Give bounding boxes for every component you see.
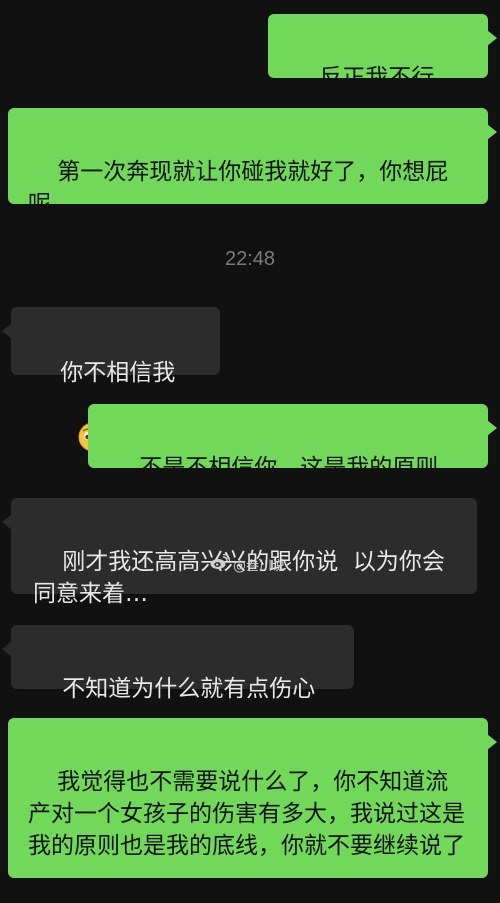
message-bubble-incoming[interactable]: 不知道为什么就有点伤心	[2, 625, 354, 702]
watermark-text: @叁川说	[233, 558, 286, 574]
message-bubble-outgoing[interactable]: 第一次奔现就让你碰我就好了，你想屁呢	[8, 108, 497, 217]
watermark: @叁川说	[210, 553, 286, 574]
message-bubble-outgoing[interactable]: 我觉得也不需要说什么了，你不知道流产对一个女孩子的伤害有多大，我说过这是我的原则…	[8, 718, 497, 878]
message-bubble-incoming[interactable]: 刚才我还高高兴兴的跟你说 以为你会同意来着…	[2, 498, 477, 607]
message-text: 第一次奔现就让你碰我就好了，你想屁呢	[28, 159, 449, 217]
chat-view[interactable]: 反正我不行 第一次奔现就让你碰我就好了，你想屁呢 22:48 你不相信我 不是不…	[0, 0, 500, 903]
message-bubble-incoming[interactable]: 你不相信我	[2, 307, 220, 452]
message-text: 你不相信我	[60, 360, 176, 386]
message-text: 不知道为什么就有点伤心	[62, 676, 316, 702]
message-text: 不是不相信你，这是我的原则	[139, 455, 439, 481]
weibo-logo-icon	[210, 553, 231, 574]
message-text: 我觉得也不需要说什么了，你不知道流产对一个女孩子的伤害有多大，我说过这是我的原则…	[28, 769, 465, 859]
message-bubble-outgoing[interactable]: 不是不相信你，这是我的原则	[88, 404, 497, 481]
timestamp: 22:48	[224, 248, 276, 270]
message-text: 反正我不行	[319, 65, 435, 91]
message-bubble-outgoing[interactable]: 反正我不行	[268, 14, 497, 158]
